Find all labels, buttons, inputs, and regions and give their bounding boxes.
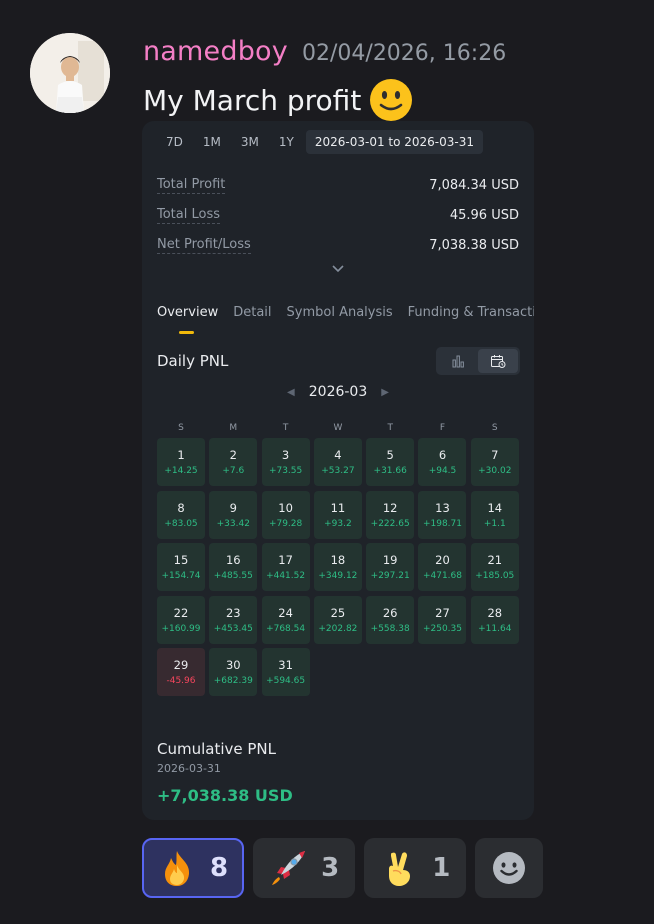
tab-detail[interactable]: Detail bbox=[233, 305, 271, 335]
calendar-day[interactable]: 25 +202.82 bbox=[313, 595, 362, 644]
calendar-day[interactable]: 26 +558.38 bbox=[366, 595, 415, 644]
weekday-label: W bbox=[333, 423, 343, 433]
view-toggle bbox=[436, 347, 520, 375]
cumulative-pnl-value: +7,038.38 USD bbox=[157, 786, 293, 805]
cumulative-pnl-title: Cumulative PNL bbox=[157, 740, 277, 758]
calendar-day[interactable]: 12 +222.65 bbox=[366, 490, 415, 539]
reaction-count: 3 bbox=[321, 853, 340, 883]
weekday-label: T bbox=[282, 423, 289, 433]
range-selector: 7D 1M 3M 1Y 2026-03-01 to 2026-03-31 bbox=[156, 130, 483, 154]
stat-total-loss: Total Loss 45.96 USD bbox=[157, 206, 519, 224]
fire-icon bbox=[165, 851, 190, 886]
calendar-day[interactable]: 19 +297.21 bbox=[366, 543, 415, 591]
calendar-day[interactable]: 21 +185.05 bbox=[470, 543, 519, 591]
calendar-day[interactable]: 18 +349.12 bbox=[313, 543, 362, 591]
rocket-icon bbox=[272, 851, 306, 885]
message-text: My March profit bbox=[143, 83, 362, 117]
calendar-day[interactable]: 4 +53.27 bbox=[313, 438, 362, 486]
calendar-day[interactable]: 17 +441.52 bbox=[261, 543, 310, 591]
calendar-day[interactable]: 23 +453.45 bbox=[209, 595, 258, 644]
stat-net-pnl: Net Profit/Loss 7,038.38 USD bbox=[157, 236, 519, 254]
range-3m[interactable]: 3M bbox=[231, 130, 269, 154]
weekday-label: S bbox=[491, 423, 498, 433]
pnl-screenshot-card[interactable]: 7D 1M 3M 1Y 2026-03-01 to 2026-03-31 Tot… bbox=[142, 121, 534, 820]
message-author[interactable]: namedboy bbox=[143, 36, 288, 67]
add-reaction-icon bbox=[493, 852, 526, 884]
calendar-day[interactable]: 24 +768.54 bbox=[261, 595, 310, 644]
calendar-day[interactable]: 14 +1.1 bbox=[470, 490, 519, 539]
bar-chart-view-button[interactable] bbox=[438, 349, 478, 373]
weekday-label: M bbox=[229, 423, 238, 433]
calendar-day[interactable]: 8 +83.05 bbox=[157, 490, 205, 539]
reaction-rocket[interactable]: 3 bbox=[253, 838, 356, 898]
cumulative-pnl-date: 2026-03-31 bbox=[157, 762, 221, 775]
message-timestamp: 02/04/2026, 16:26 bbox=[302, 41, 507, 66]
range-7d[interactable]: 7D bbox=[156, 130, 193, 154]
calendar-day[interactable]: 16 +485.55 bbox=[209, 543, 258, 591]
daily-pnl-title: Daily PNL bbox=[157, 352, 229, 370]
month-navigator: ◀ 2026-03 ▶ bbox=[142, 382, 534, 402]
calendar-day[interactable]: 22 +160.99 bbox=[157, 595, 205, 644]
reaction-bar: 8 3 1 bbox=[142, 838, 544, 898]
weekday-label: T bbox=[387, 423, 393, 433]
range-1y[interactable]: 1Y bbox=[269, 130, 304, 154]
add-reaction-button[interactable] bbox=[475, 838, 544, 898]
calendar-day[interactable]: 10 +79.28 bbox=[261, 490, 310, 539]
calendar-day[interactable]: 20 +471.68 bbox=[418, 543, 467, 591]
reaction-victory-hand[interactable]: 1 bbox=[364, 838, 467, 898]
message-content: My March profit bbox=[143, 78, 413, 122]
tab-symbol-analysis[interactable]: Symbol Analysis bbox=[287, 305, 393, 335]
bar-chart-icon bbox=[452, 355, 464, 368]
pnl-calendar-grid: 1 +14.25 2 +7.6 3 +73.55 4 +53.27 5 +31.66 6 +… bbox=[157, 438, 519, 696]
calendar-icon bbox=[491, 355, 506, 368]
stat-total-profit: Total Profit 7,084.34 USD bbox=[157, 176, 519, 194]
calendar-day[interactable]: 30 +682.39 bbox=[209, 648, 258, 696]
calendar-day[interactable]: 3 +73.55 bbox=[261, 438, 310, 486]
calendar-day[interactable]: 7 +30.02 bbox=[470, 438, 519, 486]
reaction-count: 1 bbox=[432, 853, 451, 883]
tab-overview[interactable]: Overview bbox=[157, 305, 218, 335]
calendar-day[interactable]: 31 +594.65 bbox=[261, 648, 310, 696]
prev-month-icon[interactable]: ◀ bbox=[287, 387, 295, 398]
calendar-day-loss[interactable]: 29 -45.96 bbox=[157, 648, 205, 696]
calendar-day[interactable]: 5 +31.66 bbox=[366, 438, 415, 486]
calendar-day[interactable]: 6 +94.5 bbox=[418, 438, 467, 486]
weekday-label: S bbox=[178, 423, 184, 433]
victory-hand-icon bbox=[389, 852, 411, 886]
calendar-day[interactable]: 11 +93.2 bbox=[313, 490, 362, 539]
next-month-icon[interactable]: ▶ bbox=[381, 387, 389, 398]
tab-funding-transaction[interactable]: Funding & Transaction bbox=[408, 305, 534, 335]
avatar[interactable] bbox=[30, 33, 110, 113]
calendar-day[interactable]: 1 +14.25 bbox=[157, 438, 205, 486]
calendar-day[interactable]: 28 +11.64 bbox=[470, 595, 519, 644]
chevron-down-icon[interactable] bbox=[331, 264, 345, 274]
calendar-day[interactable]: 15 +154.74 bbox=[157, 543, 205, 591]
range-custom-selected[interactable]: 2026-03-01 to 2026-03-31 bbox=[305, 130, 483, 154]
weekday-label: F bbox=[439, 423, 446, 433]
calendar-day[interactable]: 27 +250.35 bbox=[418, 595, 467, 644]
reaction-fire[interactable]: 8 bbox=[142, 838, 245, 898]
avatar-photo bbox=[30, 33, 110, 113]
calendar-day[interactable]: 13 +198.71 bbox=[418, 490, 467, 539]
current-month: 2026-03 bbox=[308, 384, 368, 400]
weekday-header: S M T W T F S bbox=[157, 423, 519, 437]
calendar-view-button[interactable] bbox=[478, 349, 518, 373]
range-1m[interactable]: 1M bbox=[193, 130, 231, 154]
calendar-day[interactable]: 9 +33.42 bbox=[209, 490, 258, 539]
tab-bar: Overview Detail Symbol Analysis Funding … bbox=[157, 305, 534, 335]
slightly-smiling-face-icon bbox=[370, 79, 413, 121]
reaction-count: 8 bbox=[210, 853, 229, 883]
calendar-day[interactable]: 2 +7.6 bbox=[209, 438, 258, 486]
